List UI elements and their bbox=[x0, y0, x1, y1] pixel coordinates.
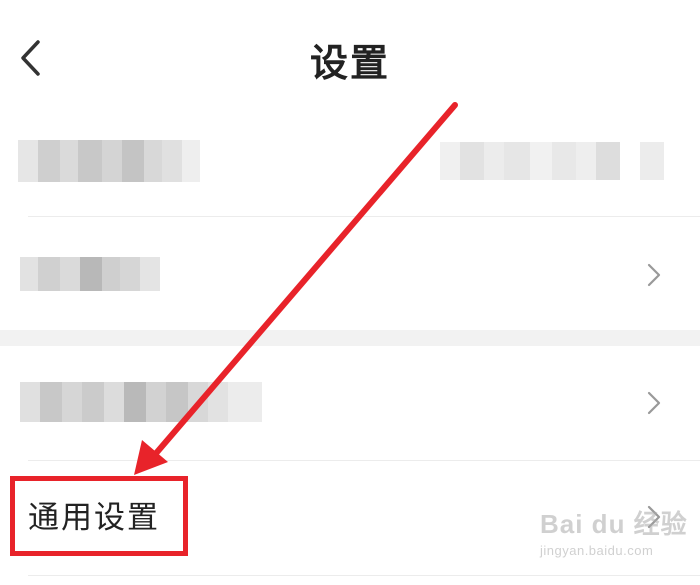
blurred-item-label bbox=[20, 257, 160, 291]
page-title: 设置 bbox=[309, 41, 390, 85]
settings-item-2[interactable] bbox=[0, 217, 700, 330]
header-bar: 设置 bbox=[0, 0, 700, 120]
annotation-highlight-box bbox=[10, 476, 188, 556]
baidu-jingyan-watermark: Bai du 经验 jingyan.baidu.com bbox=[540, 504, 690, 574]
watermark-url: jingyan.baidu.com bbox=[540, 543, 654, 558]
blurred-account-value-tail bbox=[640, 142, 664, 180]
blurred-account-label bbox=[18, 140, 200, 182]
blurred-account-value bbox=[440, 142, 620, 180]
watermark-brand: Bai du 经验 bbox=[540, 509, 688, 539]
blurred-item-label bbox=[20, 382, 262, 422]
settings-item-3[interactable] bbox=[0, 346, 700, 460]
account-row[interactable] bbox=[0, 120, 700, 216]
section-gap bbox=[0, 330, 700, 346]
divider bbox=[28, 575, 700, 576]
chevron-right-icon bbox=[647, 263, 661, 287]
chevron-right-icon bbox=[647, 391, 661, 415]
